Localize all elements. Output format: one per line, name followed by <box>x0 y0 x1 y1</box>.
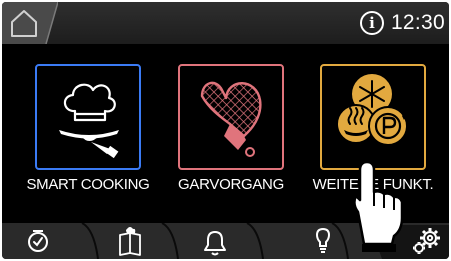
home-icon <box>2 2 59 45</box>
top-status-bar: i 12:30 <box>2 2 449 45</box>
tab-bell[interactable] <box>172 223 257 259</box>
smart-cooking-label: SMART COOKING <box>26 176 150 193</box>
recipe-book-icon <box>119 227 141 256</box>
clock-time: 12:30 <box>390 11 445 34</box>
tab-timer[interactable] <box>2 223 82 259</box>
home-button[interactable] <box>2 2 59 45</box>
clock-area: i 12:30 <box>359 2 449 44</box>
bell-icon <box>204 231 226 256</box>
oven-mitt-icon <box>200 81 262 157</box>
smart-cooking-tile[interactable] <box>35 64 141 170</box>
pointing-hand-icon <box>353 160 404 252</box>
info-glyph: i <box>369 13 375 32</box>
timer-icon <box>28 230 48 252</box>
tab-light[interactable] <box>257 223 342 259</box>
tab-recipe-book[interactable] <box>82 223 172 259</box>
lightbulb-icon <box>315 227 331 253</box>
info-icon[interactable]: i <box>359 11 384 35</box>
chef-hat-serving-cloche-icon <box>59 83 119 159</box>
garvorgang-tile[interactable] <box>178 64 284 170</box>
garvorgang-label: GARVORGANG <box>178 176 284 193</box>
oven-display-screen: i 12:30 SMART COOKING GARVORGANG WEITERE… <box>2 2 449 259</box>
